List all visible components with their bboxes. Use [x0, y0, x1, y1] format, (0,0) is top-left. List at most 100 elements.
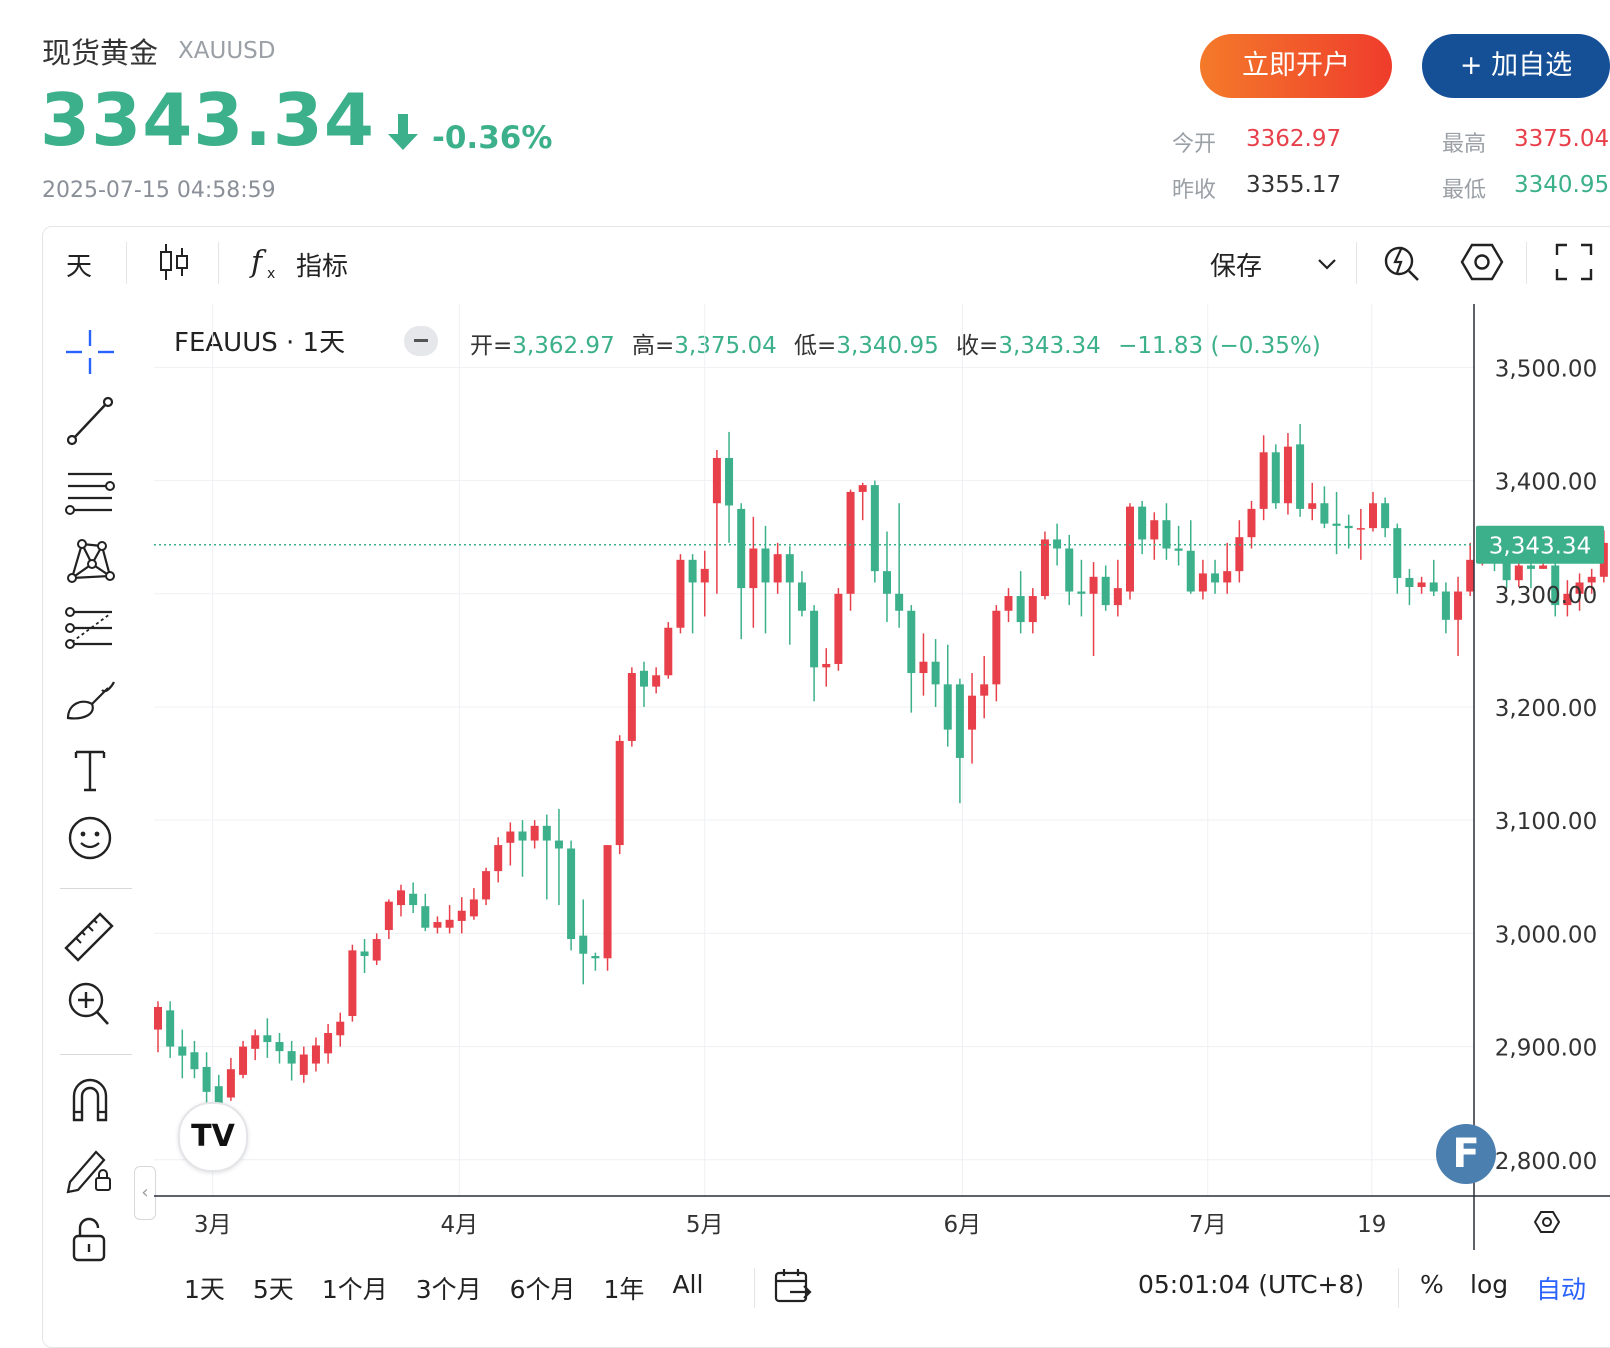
candle-body	[676, 559, 685, 628]
candle-body	[239, 1046, 248, 1075]
candle-body	[1271, 452, 1280, 504]
range-button[interactable]: 1个月	[322, 1270, 388, 1306]
candle-body	[712, 457, 721, 504]
candle-body	[640, 670, 648, 687]
candle-body	[409, 893, 418, 906]
candle-body	[433, 922, 442, 928]
candle-body	[494, 845, 503, 872]
log-scale-toggle[interactable]: log	[1470, 1270, 1508, 1299]
candle-body	[287, 1051, 296, 1064]
candle-body	[664, 627, 673, 676]
candle-body	[530, 825, 539, 841]
candle-body	[931, 661, 940, 685]
candle-body	[214, 1086, 223, 1104]
candle-body	[980, 684, 989, 696]
candle-body	[482, 871, 491, 900]
y-tick-label: 3,300.00	[1495, 583, 1597, 609]
candle-body	[1320, 503, 1329, 524]
candle-body	[348, 950, 357, 1017]
candle-body	[822, 663, 831, 668]
candle-body	[1344, 525, 1353, 529]
candle-body	[919, 661, 928, 674]
y-tick-label: 2,800.00	[1495, 1149, 1597, 1175]
candle-body	[627, 673, 636, 741]
candle-body	[263, 1035, 272, 1043]
y-tick-label: 3,000.00	[1495, 922, 1597, 948]
candle-body	[870, 485, 879, 572]
candle-body	[834, 593, 843, 664]
candle-body	[1369, 503, 1377, 529]
candle-body	[895, 593, 904, 611]
candle-body	[810, 610, 819, 668]
candle-body	[397, 890, 405, 906]
x-tick-label: 6月	[944, 1212, 982, 1238]
candle-body	[324, 1032, 333, 1054]
x-tick-label: 4月	[440, 1212, 478, 1238]
percent-scale-toggle[interactable]: %	[1420, 1270, 1444, 1299]
candle-body	[1028, 596, 1037, 623]
range-selector: 1天 5天 1个月 3个月 6个月 1年 All	[184, 1270, 703, 1306]
range-button[interactable]: 3个月	[416, 1270, 482, 1306]
range-button[interactable]: 5天	[253, 1270, 294, 1306]
candle-body	[372, 939, 381, 961]
y-tick-label: 3,200.00	[1495, 696, 1597, 722]
candle-body	[421, 906, 430, 928]
auto-scale-toggle[interactable]: 自动	[1536, 1270, 1586, 1306]
candle-body	[166, 1010, 175, 1047]
candle-body	[883, 571, 891, 594]
candle-body	[591, 956, 600, 959]
candle-body	[518, 831, 527, 841]
candle-body	[1441, 591, 1450, 620]
candle-body	[445, 919, 454, 928]
candle-body	[785, 554, 794, 583]
candle-body	[579, 935, 588, 954]
range-button[interactable]: All	[672, 1270, 703, 1306]
candle-body	[190, 1052, 199, 1070]
candle-body	[1101, 576, 1110, 606]
range-button[interactable]: 6个月	[510, 1270, 576, 1306]
candle-body	[360, 951, 369, 957]
candle-body	[1138, 506, 1147, 540]
candle-body	[154, 1006, 162, 1030]
candle-body	[955, 684, 964, 758]
candle-body	[1405, 577, 1414, 587]
candle-body	[700, 568, 709, 583]
candle-body	[1539, 565, 1548, 569]
candle-body	[1065, 548, 1074, 592]
y-tick-label: 3,400.00	[1495, 470, 1597, 496]
candle-body	[797, 582, 806, 611]
axis-settings-icon	[1533, 1211, 1561, 1233]
go-to-date-icon[interactable]	[770, 1264, 814, 1308]
x-tick-label: 7月	[1189, 1212, 1227, 1238]
x-tick-label: 3月	[194, 1212, 232, 1238]
candle-body	[1429, 582, 1438, 592]
candle-body	[567, 848, 576, 940]
candle-body	[1113, 588, 1122, 606]
candle-body	[773, 554, 782, 583]
candle-body	[1174, 548, 1183, 551]
candle-body	[737, 508, 746, 589]
candle-body	[688, 559, 697, 583]
candle-body	[1417, 582, 1426, 587]
tradingview-logo: TV	[178, 1102, 248, 1172]
broker-logo: F	[1436, 1124, 1496, 1184]
y-tick-label: 3,500.00	[1495, 356, 1597, 382]
axis-settings-icon-center	[1542, 1217, 1552, 1227]
candle-body	[1211, 573, 1220, 583]
candle-body	[1040, 539, 1049, 597]
candle-body	[725, 457, 734, 506]
candle-body	[1466, 559, 1475, 592]
x-tick-label: 19	[1357, 1212, 1386, 1238]
candle-body	[652, 675, 661, 687]
candle-body	[992, 610, 1001, 685]
y-tick-label: 2,900.00	[1495, 1036, 1597, 1062]
candle-body	[1356, 528, 1365, 530]
candle-body	[251, 1035, 260, 1049]
range-button[interactable]: 1天	[184, 1270, 225, 1306]
candle-body	[943, 684, 952, 730]
clock-timezone[interactable]: 05:01:04 (UTC+8)	[1138, 1270, 1364, 1299]
candle-body	[1526, 565, 1535, 569]
candle-body	[1296, 444, 1305, 509]
range-button[interactable]: 1年	[604, 1270, 645, 1306]
timebar-divider	[754, 1268, 755, 1308]
